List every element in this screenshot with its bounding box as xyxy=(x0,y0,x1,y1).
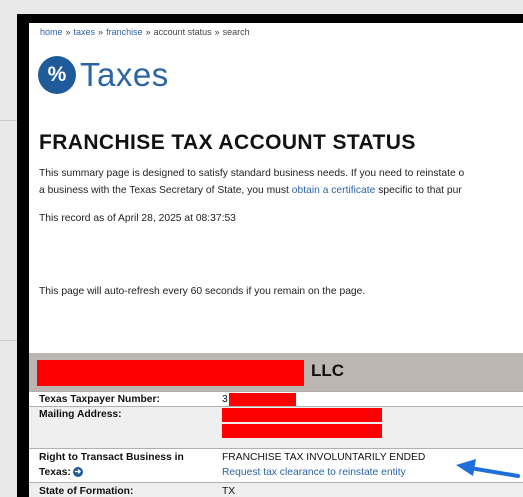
background-divider xyxy=(0,120,17,121)
screenshot-frame: home» taxes» franchise» account status» sear… xyxy=(17,14,523,497)
arrow-right-circle-icon[interactable]: ➜ xyxy=(72,467,83,478)
breadcrumb-separator: » xyxy=(65,27,71,37)
auto-refresh-note: This page will auto-refresh every 60 sec… xyxy=(39,286,366,297)
percent-icon: % xyxy=(38,56,76,94)
redacted-address-line-1 xyxy=(222,408,382,422)
redacted-entity-name xyxy=(37,360,304,386)
taxes-logo[interactable]: % Taxes xyxy=(38,54,169,96)
breadcrumb-taxes[interactable]: taxes xyxy=(74,27,96,37)
right-to-transact-label-text: Texas: xyxy=(39,467,71,478)
franchise-status-value: FRANCHISE TAX INVOLUNTARILY ENDED xyxy=(222,452,426,463)
right-to-transact-label-2: Texas: ➜ xyxy=(39,467,83,478)
breadcrumb-account-status: account status xyxy=(153,27,212,37)
content-card: home» taxes» franchise» account status» sear… xyxy=(29,23,523,497)
entity-name-header: LLC xyxy=(29,353,523,391)
breadcrumb-separator: » xyxy=(98,27,104,37)
mailing-address-label: Mailing Address: xyxy=(39,409,122,420)
entity-type: LLC xyxy=(311,361,345,380)
right-to-transact-label-1: Right to Transact Business in xyxy=(39,452,184,463)
background-divider xyxy=(0,340,17,341)
mailing-address-row: Mailing Address: xyxy=(29,406,523,449)
breadcrumb-franchise[interactable]: franchise xyxy=(106,27,143,37)
breadcrumb-separator: » xyxy=(145,27,151,37)
state-of-formation-value: TX xyxy=(222,486,236,497)
pointer-arrow-icon xyxy=(456,459,520,478)
intro-line-2: a business with the Texas Secretary of S… xyxy=(39,182,523,199)
state-of-formation-row: State of Formation: TX xyxy=(29,482,523,497)
request-tax-clearance-link[interactable]: Request tax clearance to reinstate entit… xyxy=(222,467,406,478)
right-to-transact-row: Right to Transact Business in Texas: ➜ FR… xyxy=(29,448,523,483)
state-of-formation-label: State of Formation: xyxy=(39,486,134,497)
taxpayer-number-label: Texas Taxpayer Number: xyxy=(39,394,160,405)
intro-paragraph: This summary page is designed to satisfy… xyxy=(39,165,523,199)
record-timestamp: This record as of April 28, 2025 at 08:3… xyxy=(39,213,236,224)
logo-text: Taxes xyxy=(80,56,169,93)
obtain-certificate-link[interactable]: obtain a certificate xyxy=(292,185,376,196)
breadcrumb-search: search xyxy=(222,27,250,37)
intro-line-1: This summary page is designed to satisfy… xyxy=(39,168,465,179)
taxpayer-number-row: Texas Taxpayer Number: 3 xyxy=(29,391,523,407)
redacted-address-line-2 xyxy=(222,424,382,438)
breadcrumb-separator: » xyxy=(214,27,220,37)
intro-line-2-suffix: specific to that pur xyxy=(375,185,462,196)
taxpayer-number-value: 3 xyxy=(222,394,228,405)
page-title: FRANCHISE TAX ACCOUNT STATUS xyxy=(39,131,416,154)
breadcrumb-home[interactable]: home xyxy=(40,27,63,37)
redacted-taxpayer-number xyxy=(229,393,296,406)
intro-line-2-prefix: a business with the Texas Secretary of S… xyxy=(39,185,292,196)
breadcrumb: home» taxes» franchise» account status» sear… xyxy=(40,27,250,37)
request-tax-clearance-item: Request tax clearance to reinstate entit… xyxy=(222,467,406,478)
